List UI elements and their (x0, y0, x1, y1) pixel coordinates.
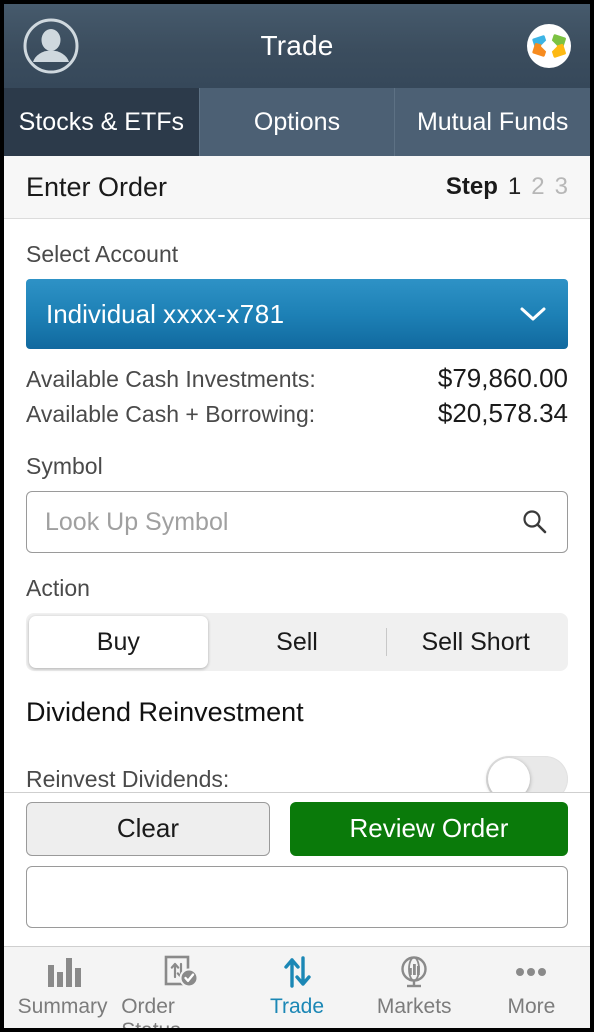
symbol-placeholder: Look Up Symbol (45, 507, 229, 536)
action-buy[interactable]: Buy (29, 616, 208, 668)
nav-item-order-status[interactable]: Order Status (121, 953, 238, 1032)
chevron-down-icon (518, 305, 548, 323)
trade-type-tabs: Stocks & ETFs Options Mutual Funds (4, 88, 590, 156)
tab-mutual-funds[interactable]: Mutual Funds (395, 88, 590, 156)
nav-label-more: More (507, 995, 556, 1018)
bar-chart-icon (43, 953, 83, 991)
symbol-label: Symbol (26, 453, 103, 479)
balance-label: Available Cash Investments: (26, 366, 316, 392)
nav-label-trade: Trade (269, 995, 325, 1018)
bottom-navigation: Summary Order Status Trade Markets More (4, 946, 590, 1028)
reinvest-dividends-label: Reinvest Dividends: (26, 765, 230, 792)
enter-order-title: Enter Order (26, 171, 168, 202)
trade-arrows-icon (277, 953, 317, 991)
balance-label: Available Cash + Borrowing: (26, 401, 316, 427)
step-indicator: Step 1 2 3 (446, 173, 568, 201)
user-avatar-icon[interactable] (22, 17, 80, 75)
step-2: 2 (531, 173, 545, 200)
symbol-input[interactable]: Look Up Symbol (26, 491, 568, 553)
dividend-reinvestment-title: Dividend Reinvestment (26, 697, 304, 727)
action-segmented-control: Buy Sell Sell Short (26, 613, 568, 671)
nav-label-order-status: Order Status (121, 995, 181, 1032)
action-sell[interactable]: Sell (208, 616, 387, 668)
action-sell-short[interactable]: Sell Short (386, 616, 565, 668)
tab-options[interactable]: Options (199, 88, 396, 156)
search-icon[interactable] (521, 508, 549, 536)
step-3: 3 (554, 173, 568, 200)
tab-stocks-etfs[interactable]: Stocks & ETFs (4, 88, 200, 156)
action-label: Action (26, 575, 90, 601)
globe-chart-icon (394, 953, 434, 991)
document-check-icon (160, 953, 200, 991)
account-balances: Available Cash Investments: $79,860.00 A… (26, 361, 568, 431)
balance-value: $79,860.00 (437, 363, 568, 393)
nav-label-summary: Summary (17, 995, 108, 1018)
step-label: Step (445, 173, 498, 200)
nav-item-summary[interactable]: Summary (4, 953, 121, 1019)
brand-pinwheel-logo[interactable] (526, 23, 572, 69)
order-subheader: Enter Order Step 1 2 3 (4, 156, 590, 219)
account-select-dropdown[interactable]: Individual xxxx-x781 (26, 279, 568, 349)
nav-label-markets: Markets (376, 995, 452, 1018)
account-select-value: Individual xxxx-x781 (46, 299, 285, 330)
app-header: Trade (4, 4, 590, 88)
clear-button[interactable]: Clear (26, 801, 270, 856)
balance-row: Available Cash Investments: $79,860.00 (26, 361, 568, 396)
account-name: Individual (46, 298, 164, 329)
nav-item-markets[interactable]: Markets (356, 953, 473, 1019)
select-account-label: Select Account (26, 241, 179, 267)
nav-item-more[interactable]: More (473, 953, 590, 1019)
order-form: Select Account Individual xxxx-x781 Avai… (4, 219, 590, 946)
ellipsis-icon (511, 953, 551, 991)
step-1: 1 (507, 173, 522, 200)
nav-item-trade[interactable]: Trade (238, 953, 355, 1019)
order-action-bar: Clear Review Order (4, 792, 590, 864)
balance-row: Available Cash + Borrowing: $20,578.34 (26, 396, 568, 431)
review-order-button[interactable]: Review Order (289, 801, 568, 856)
quantity-input[interactable] (26, 866, 568, 928)
page-title: Trade (260, 30, 334, 61)
balance-value: $20,578.34 (437, 398, 568, 428)
account-number: xxxx-x781 (163, 298, 285, 329)
app-screen: Trade Stocks & ETFs Options Mutual Funds… (0, 0, 594, 1032)
